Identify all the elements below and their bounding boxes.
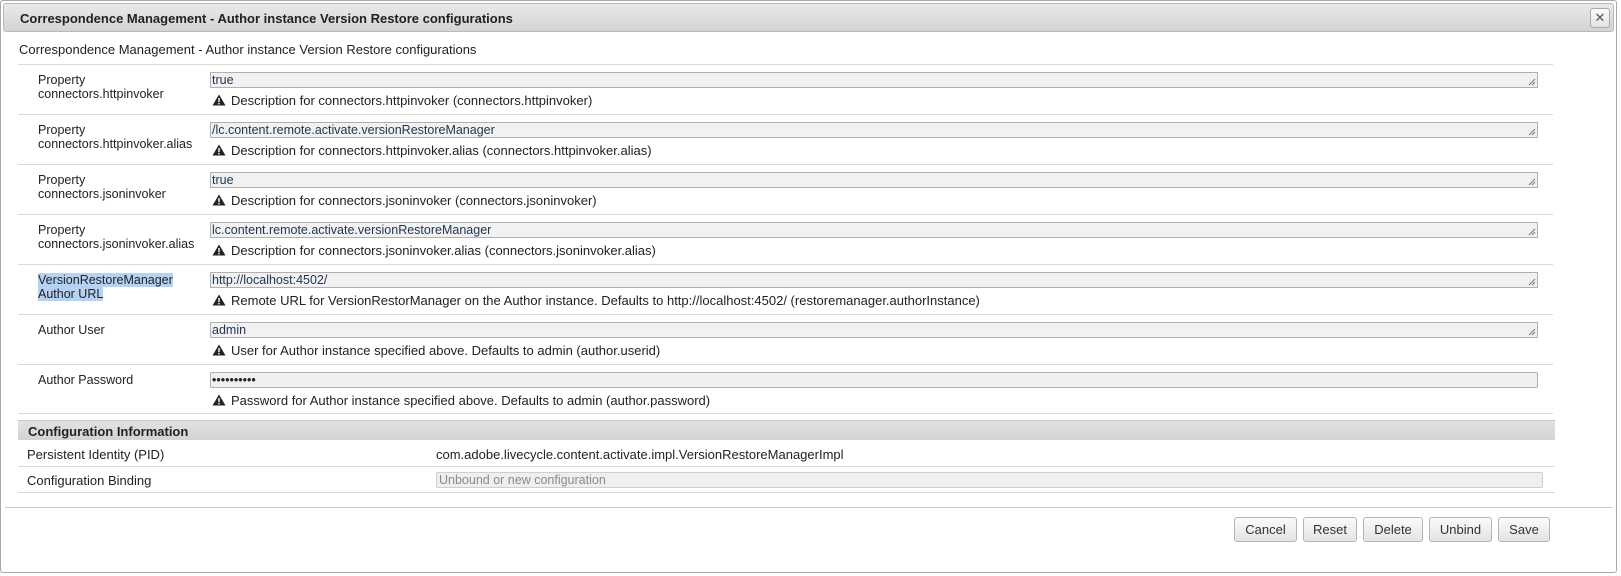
reset-button[interactable]: Reset [1303,517,1357,542]
property-input[interactable]: true [210,172,1538,188]
dialog-titlebar[interactable]: Correspondence Management - Author insta… [3,3,1614,32]
property-description: Description for connectors.httpinvoker.a… [212,143,652,158]
binding-input[interactable]: Unbound or new configuration [436,472,1543,488]
property-description-text: Description for connectors.httpinvoker.a… [231,143,652,158]
author-url-input[interactable]: http://localhost:4502/ [210,272,1538,288]
delete-button[interactable]: Delete [1363,517,1423,542]
cancel-button[interactable]: Cancel [1234,517,1297,542]
resize-grip-icon[interactable] [1528,128,1536,136]
property-description-text: Description for connectors.jsoninvoker (… [231,193,597,208]
author-user-input[interactable]: admin [210,322,1538,338]
config-info-header: Configuration Information [18,420,1555,440]
resize-grip-icon[interactable] [1528,78,1536,86]
property-label: Property connectors.jsoninvoker.alias [38,223,195,251]
config-dialog: Correspondence Management - Author insta… [0,0,1617,573]
config-info-title: Configuration Information [28,424,189,439]
resize-grip-icon[interactable] [1528,178,1536,186]
property-row: Property connectors.jsoninvoker.alias lc… [18,214,1553,264]
warning-icon [212,294,226,306]
property-description-text: Description for connectors.httpinvoker (… [231,93,593,108]
property-description-text: User for Author instance specified above… [231,343,661,358]
footer-divider [5,507,1612,508]
property-label: Author Password [38,373,134,387]
binding-label: Configuration Binding [27,473,152,488]
property-description-text: Description for connectors.jsoninvoker.a… [231,243,656,258]
warning-icon [212,344,226,356]
warning-icon [212,244,226,256]
property-input[interactable]: true [210,72,1538,88]
property-label: Property connectors.httpinvoker.alias [38,123,193,151]
property-description-text: Remote URL for VersionRestorManager on t… [231,293,980,308]
warning-icon [212,144,226,156]
warning-icon [212,194,226,206]
property-value: admin [212,323,247,337]
property-value: true [212,73,234,87]
property-list: Property connectors.httpinvoker true Des… [18,64,1553,414]
property-description: Password for Author instance specified a… [212,393,710,408]
binding-row: Configuration Binding Unbound or new con… [18,467,1555,493]
resize-grip-icon[interactable] [1528,328,1536,336]
property-description: Description for connectors.httpinvoker (… [212,93,592,108]
property-label: Property connectors.jsoninvoker [38,173,166,201]
warning-icon [212,394,226,406]
warning-icon [212,94,226,106]
property-description-text: Password for Author instance specified a… [231,393,711,408]
dialog-subtitle: Correspondence Management - Author insta… [19,42,477,57]
save-button[interactable]: Save [1498,517,1550,542]
dialog-title: Correspondence Management - Author insta… [20,11,513,26]
property-description: Description for connectors.jsoninvoker (… [212,193,597,208]
author-password-input[interactable]: •••••••••• [210,372,1538,388]
property-value: •••••••••• [212,373,256,387]
resize-grip-icon[interactable] [1528,278,1536,286]
property-row: Property connectors.httpinvoker true Des… [18,64,1553,114]
property-row: Property connectors.httpinvoker.alias /l… [18,114,1553,164]
property-value: lc.content.remote.activate.versionRestor… [212,223,492,237]
close-icon[interactable]: ✕ [1590,8,1610,28]
property-label: Property connectors.httpinvoker [38,73,164,101]
property-row: VersionRestoreManager Author URL http://… [18,264,1553,314]
resize-grip-icon[interactable] [1528,228,1536,236]
property-row: Author Password •••••••••• Password for … [18,364,1553,414]
property-row: Property connectors.jsoninvoker true Des… [18,164,1553,214]
property-label: VersionRestoreManager Author URL [38,273,208,301]
property-description: Remote URL for VersionRestorManager on t… [212,293,980,308]
property-value: true [212,173,234,187]
pid-label: Persistent Identity (PID) [27,447,165,462]
property-value: /lc.content.remote.activate.versionResto… [212,123,495,137]
pid-row: Persistent Identity (PID) com.adobe.live… [18,441,1555,467]
property-description: User for Author instance specified above… [212,343,660,358]
property-label: Author User [38,323,105,337]
pid-value: com.adobe.livecycle.content.activate.imp… [436,447,844,462]
property-label-text: VersionRestoreManager Author URL [38,273,173,301]
property-description: Description for connectors.jsoninvoker.a… [212,243,656,258]
property-input[interactable]: /lc.content.remote.activate.versionResto… [210,122,1538,138]
property-input[interactable]: lc.content.remote.activate.versionRestor… [210,222,1538,238]
property-value: http://localhost:4502/ [212,273,328,287]
property-row: Author User admin User for Author instan… [18,314,1553,364]
unbind-button[interactable]: Unbind [1429,517,1492,542]
